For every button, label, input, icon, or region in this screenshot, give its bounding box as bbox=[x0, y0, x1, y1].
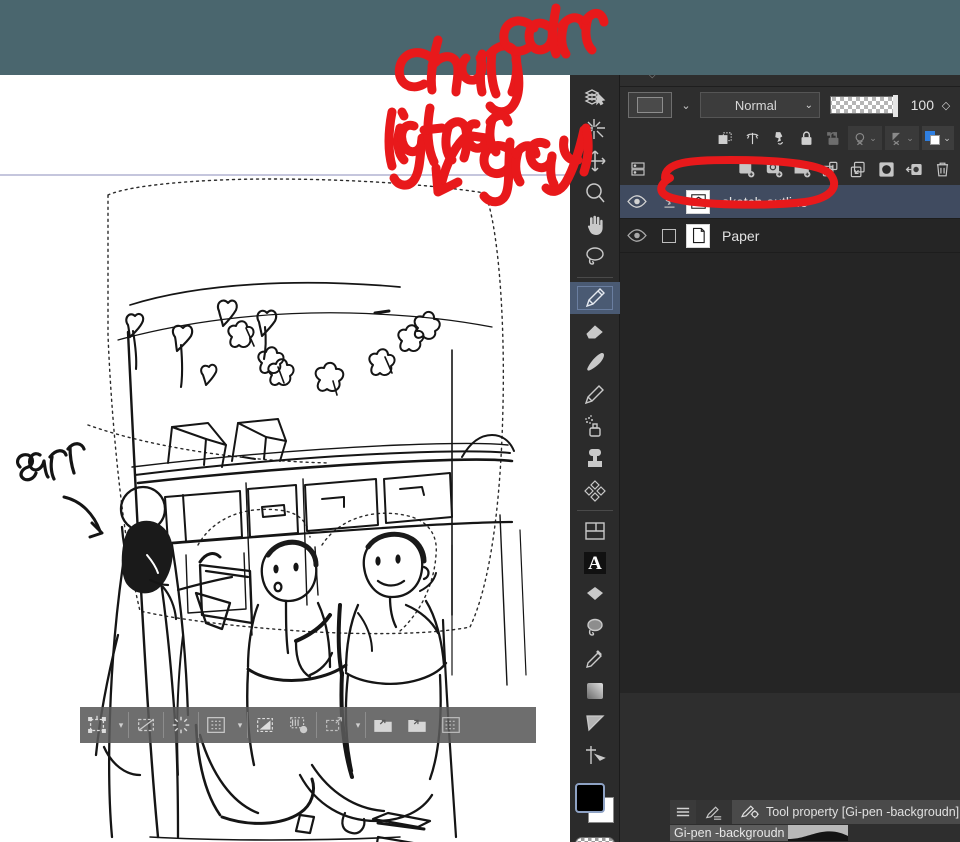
opacity-value: 100 bbox=[910, 97, 934, 113]
main-color-swatch[interactable] bbox=[575, 783, 605, 813]
layer-mask-slot[interactable] bbox=[654, 228, 684, 243]
lock-layer-icon[interactable] bbox=[794, 126, 818, 150]
balloon-tool[interactable] bbox=[570, 579, 620, 611]
apply-mask-icon[interactable] bbox=[902, 157, 926, 181]
opacity-slider[interactable] bbox=[830, 95, 898, 117]
lasso-select-tool[interactable] bbox=[570, 241, 620, 273]
blend-mode-select[interactable]: Normal ⌄ bbox=[700, 92, 820, 118]
decoration-tool[interactable] bbox=[570, 474, 620, 506]
layer-color-icon[interactable]: ⌄ bbox=[922, 126, 954, 150]
top-bar bbox=[0, 0, 960, 75]
transparent-color-swatch[interactable] bbox=[570, 837, 619, 842]
hand-tool[interactable] bbox=[570, 209, 620, 241]
layer-visibility-toggle[interactable] bbox=[620, 195, 654, 208]
selection-settings-tool[interactable] bbox=[282, 707, 316, 743]
brush-info-row[interactable]: Gi-pen -backgroudn bbox=[670, 824, 960, 842]
copy-selection-tool[interactable] bbox=[400, 707, 434, 743]
transfer-down-icon[interactable] bbox=[818, 157, 842, 181]
brush-name-label: Gi-pen -backgroudn bbox=[670, 825, 789, 841]
layer-list[interactable]: sketch outline Paper bbox=[620, 185, 960, 693]
layer-actions-row[interactable] bbox=[620, 153, 960, 185]
palette-tab-strip-cut: ◇ bbox=[620, 75, 960, 87]
layer-row-sketch-outline[interactable]: sketch outline bbox=[620, 185, 960, 219]
new-tone-layer-icon[interactable] bbox=[762, 157, 786, 181]
chevron-down-icon[interactable]: ▾ bbox=[351, 707, 365, 743]
reference-layer-icon[interactable] bbox=[740, 126, 764, 150]
scale-selection-tool[interactable] bbox=[317, 707, 351, 743]
draft-layer-icon[interactable] bbox=[767, 126, 791, 150]
layer-blend-row: ⌄ Normal ⌄ 100 ◇ bbox=[620, 87, 960, 123]
fill-tool[interactable] bbox=[570, 442, 620, 474]
chevron-down-icon[interactable]: ▾ bbox=[233, 707, 247, 743]
deselect-tool[interactable] bbox=[129, 707, 163, 743]
brush-stroke-preview bbox=[788, 825, 849, 841]
blend-tool[interactable] bbox=[570, 611, 620, 643]
layer-palette: ◇ ⌄ Normal ⌄ 100 ◇ bbox=[620, 75, 960, 842]
layer-thumbnail[interactable] bbox=[686, 189, 710, 214]
hamburger-menu-icon[interactable] bbox=[670, 800, 696, 824]
frame-border-tool[interactable] bbox=[570, 515, 620, 547]
auto-select-tool[interactable] bbox=[570, 113, 620, 145]
new-layer-from-selection-tool[interactable] bbox=[366, 707, 400, 743]
color-swatches[interactable] bbox=[570, 781, 620, 837]
move-tool[interactable] bbox=[570, 145, 620, 177]
zoom-tool[interactable] bbox=[570, 177, 620, 209]
tool-property-tab-label: Tool property [Gi-pen -backgroudn] bbox=[766, 805, 960, 819]
mask-range-icon[interactable]: ⌄ bbox=[885, 126, 919, 150]
palette-options-icon[interactable] bbox=[626, 157, 650, 181]
tool-palette[interactable]: A bbox=[570, 75, 620, 842]
right-panel: A ⌄ Normal ⌄ 100 ◇ ⌄ ⌄ ⌄ sketch outline … bbox=[570, 75, 960, 842]
delete-layer-icon[interactable] bbox=[930, 157, 954, 181]
clip-to-layer-below-icon[interactable] bbox=[713, 126, 737, 150]
pen-tool[interactable] bbox=[570, 282, 620, 314]
layer-color-preview[interactable] bbox=[628, 92, 672, 118]
pencil-tool[interactable] bbox=[570, 378, 620, 410]
layer-mask-icon[interactable] bbox=[874, 157, 898, 181]
layer-visibility-toggle[interactable] bbox=[620, 229, 654, 242]
clip-studio-paint-window: ▾ ▾ ▾ A ⌄ Normal ⌄ 100 ◇ ⌄ ⌄ ⌄ sketch ou… bbox=[0, 0, 960, 842]
eyedropper-tool[interactable] bbox=[570, 643, 620, 675]
combine-down-icon[interactable] bbox=[846, 157, 870, 181]
object-tool[interactable] bbox=[570, 81, 620, 113]
opacity-slider-knob[interactable] bbox=[893, 95, 898, 117]
rotate-tool[interactable] bbox=[164, 707, 198, 743]
sub-tool-tab[interactable] bbox=[696, 800, 732, 824]
selection-to-layer-tool[interactable] bbox=[434, 707, 468, 743]
airbrush-tool[interactable] bbox=[570, 410, 620, 442]
selection-transform-tool[interactable] bbox=[80, 707, 114, 743]
eraser-tool[interactable] bbox=[570, 314, 620, 346]
tool-property-status-bar: Tool property [Gi-pen -backgroudn] Gi-pe… bbox=[670, 800, 960, 842]
tool-divider bbox=[576, 277, 613, 278]
tool-divider bbox=[576, 510, 613, 511]
layer-list-empty-space[interactable] bbox=[620, 253, 960, 693]
opacity-stepper[interactable]: ◇ bbox=[940, 99, 952, 112]
layer-draft-mark-icon[interactable] bbox=[654, 194, 684, 209]
new-raster-layer-icon[interactable] bbox=[734, 157, 758, 181]
brush-tool[interactable] bbox=[570, 346, 620, 378]
layer-name-label: sketch outline bbox=[722, 193, 808, 210]
blend-mode-value: Normal bbox=[734, 97, 777, 113]
new-layer-folder-icon[interactable] bbox=[790, 157, 814, 181]
tool-property-icon bbox=[740, 803, 760, 822]
mask-enable-icon[interactable]: ⌄ bbox=[848, 126, 882, 150]
layer-name-label: Paper bbox=[722, 227, 760, 244]
lock-transparent-pixels-icon[interactable] bbox=[821, 126, 845, 150]
canvas-area[interactable]: ▾ ▾ ▾ bbox=[0, 75, 570, 842]
palette-tab-bar[interactable]: Tool property [Gi-pen -backgroudn] bbox=[670, 800, 960, 824]
layer-row-paper[interactable]: Paper bbox=[620, 219, 960, 253]
text-tool[interactable]: A bbox=[570, 547, 620, 579]
layer-thumbnail[interactable] bbox=[686, 223, 710, 248]
chevron-down-icon[interactable]: ⌄ bbox=[678, 99, 694, 112]
floating-selection-toolbar[interactable]: ▾ ▾ ▾ bbox=[80, 707, 536, 743]
chevron-down-icon[interactable]: ▾ bbox=[114, 707, 128, 743]
gradient-tool[interactable] bbox=[570, 675, 620, 707]
invert-selection-tool[interactable] bbox=[199, 707, 233, 743]
fill-selection-tool[interactable] bbox=[248, 707, 282, 743]
figure-tool[interactable] bbox=[570, 707, 620, 739]
tool-property-tab[interactable]: Tool property [Gi-pen -backgroudn] bbox=[732, 800, 960, 824]
correct-line-tool[interactable] bbox=[570, 739, 620, 771]
layer-property-row[interactable]: ⌄ ⌄ ⌄ bbox=[620, 123, 960, 153]
